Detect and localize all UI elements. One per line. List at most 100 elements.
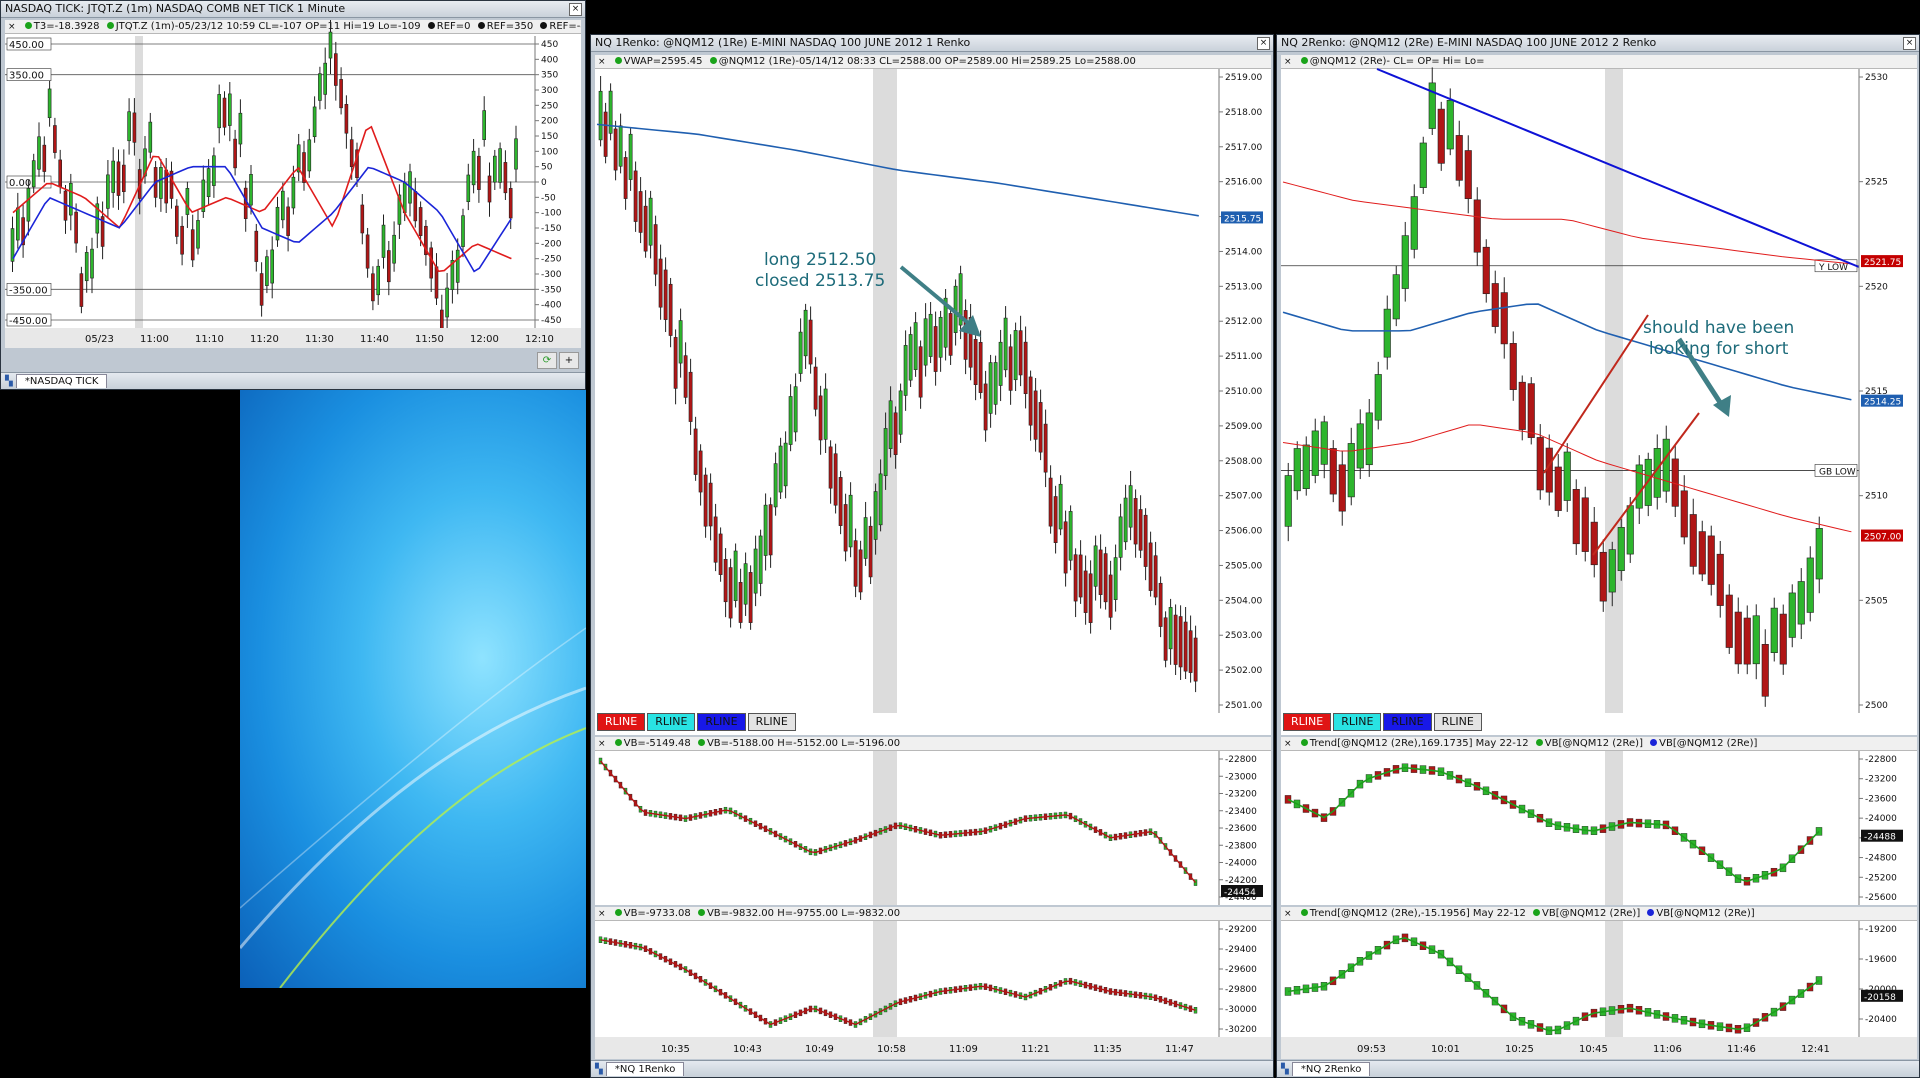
renko1-volume-panel-1[interactable]: × VB=-5149.48 VB=-5188.00 H=-5152.00 L=-… [595, 737, 1271, 905]
candle-body [1734, 611, 1742, 665]
volume-price-tag: -24488 [1864, 833, 1896, 843]
candle-body [738, 582, 743, 623]
add-icon[interactable]: + [559, 352, 579, 369]
window-titlebar[interactable]: NQ 2Renko: @NQM12 (2Re) E-MINI NASDAQ 10… [1277, 35, 1919, 52]
candle-body [1083, 570, 1088, 613]
ma-red-line [12, 125, 512, 273]
tick-chart[interactable]: × T3=-18.3928 JTQT.Z (1m)-05/23/12 10:59… [5, 20, 581, 348]
time-label: 12:00 [470, 334, 499, 345]
candle-body [1536, 437, 1544, 491]
candle-body [477, 155, 481, 190]
price-tick-label: 2509.00 [1225, 422, 1262, 432]
trend-line [1287, 766, 1820, 883]
price-tick-label: -29400 [1225, 945, 1257, 955]
renko1-volume-panel-2[interactable]: × VB=-9733.08 VB=-9832.00 H=-9755.00 L=-… [595, 907, 1271, 1057]
time-label: 10:35 [661, 1044, 690, 1055]
long-trade-annotation: long 2512.50 closed 2513.75 [755, 250, 885, 292]
desktop-wallpaper [240, 388, 586, 988]
volume-plot-2[interactable]: -29200-29400-29600-29800-30000-30200-304… [595, 907, 1271, 1057]
candle-body [455, 249, 460, 283]
candle-body [1128, 485, 1133, 528]
close-icon[interactable]: × [1903, 37, 1916, 50]
volume-plot-1[interactable]: -22800-23200-23600-24000-24400-24800-252… [1281, 737, 1917, 905]
price-tick-label: -50 [541, 193, 556, 203]
candle-body [608, 90, 613, 134]
tab-nq-1renko[interactable]: *NQ 1Renko [605, 1062, 685, 1076]
candle-body [713, 516, 718, 563]
rline-button-cyan[interactable]: RLINE [1333, 713, 1382, 731]
candle-body [1108, 574, 1113, 618]
close-icon[interactable]: × [1257, 37, 1270, 50]
rline-button-cyan[interactable]: RLINE [647, 713, 696, 731]
time-label: 11:47 [1165, 1044, 1194, 1055]
renko1-plot-area[interactable]: 2519.002518.002517.002516.002515.002514.… [595, 55, 1271, 735]
candle-body [90, 248, 94, 279]
candle-body [386, 250, 391, 283]
rline-button-gray[interactable]: RLINE [747, 713, 796, 731]
candle-body [1572, 489, 1580, 545]
volume-price-tag: -20158 [1864, 993, 1896, 1003]
candle-body [1626, 505, 1634, 555]
rline-button-blue[interactable]: RLINE [697, 713, 746, 731]
candle-body [1563, 451, 1571, 501]
renko1-main-chart[interactable]: × VWAP=2595.45 @NQM12 (1Re)-05/14/12 08:… [595, 55, 1271, 735]
volume-plot-1[interactable]: -22800 -23000 -23200 -23400 -23600 -23800 -240… [595, 737, 1271, 905]
time-label: 11:09 [949, 1044, 978, 1055]
nasdaq-tick-window[interactable]: NASDAQ TICK: JTQT.Z (1m) NASDAQ COMB NET… [0, 0, 586, 390]
candle-body [698, 450, 703, 493]
candle-body [265, 256, 269, 286]
price-tick-label: 2520 [1865, 282, 1888, 292]
nq-1renko-window[interactable]: NQ 1Renko: @NQM12 (1Re) E-MINI NASDAQ 10… [590, 34, 1274, 1078]
price-tick-label: -24000 [1225, 859, 1257, 869]
volume-plot-2[interactable]: -19200-19600-20000-20400-20800-20158 [1281, 907, 1917, 1057]
time-label: 11:30 [305, 334, 334, 345]
trend-line [599, 760, 1197, 884]
candle-body [868, 525, 873, 578]
close-icon[interactable]: × [569, 3, 582, 16]
rline-button-gray[interactable]: RLINE [1433, 713, 1482, 731]
time-label: 11:35 [1093, 1044, 1122, 1055]
price-tick-label: -200 [541, 239, 562, 249]
rline-button-red[interactable]: RLINE [1283, 713, 1332, 731]
candle-body [808, 319, 813, 365]
candle-body [1188, 630, 1193, 673]
candle-body [618, 125, 623, 167]
candle-body [1183, 621, 1188, 672]
candle-body [1093, 545, 1098, 587]
refresh-icon[interactable]: ⟳ [537, 352, 557, 369]
renko2-volume-panel-1[interactable]: × Trend[@NQM12 (2Re),169.1735] May 22-12… [1281, 737, 1917, 905]
tick-plot-area[interactable]: 450.00350.000.00-350.00-450.004504003503… [5, 20, 581, 348]
candle-body [908, 334, 913, 381]
candle-body [818, 395, 823, 441]
candle-body [222, 97, 227, 128]
candle-body [1365, 412, 1373, 466]
candle-body [1143, 514, 1148, 567]
candle-body [1118, 516, 1123, 558]
renko2-main-chart[interactable]: × @NQM12 (2Re)- CL= OP= Hi= Lo= Y LOW GB … [1281, 55, 1917, 735]
candle-body [898, 390, 903, 435]
renko2-plot-area[interactable]: Y LOWGB LOW25302525252025152510250525002… [1281, 55, 1917, 735]
rline-button-red[interactable]: RLINE [597, 713, 646, 731]
renko2-volume-panel-2[interactable]: × Trend[@NQM12 (2Re),-15.1956] May 22-12… [1281, 907, 1917, 1057]
time-label: 12:41 [1801, 1044, 1830, 1055]
rline-button-blue[interactable]: RLINE [1383, 713, 1432, 731]
nq-2renko-window[interactable]: NQ 2Renko: @NQM12 (2Re) E-MINI NASDAQ 10… [1276, 34, 1920, 1078]
candle-body [1509, 343, 1517, 390]
candle-body [471, 150, 476, 186]
time-label: 11:46 [1727, 1044, 1756, 1055]
price-tick-label: 2525 [1865, 178, 1888, 188]
window-titlebar[interactable]: NASDAQ TICK: JTQT.Z (1m) NASDAQ COMB NET… [1, 1, 585, 18]
candle-body [1058, 483, 1063, 530]
price-tick-label: 2516.00 [1225, 178, 1262, 188]
price-tick-label: 350 [541, 71, 558, 81]
candle-body [1293, 448, 1301, 492]
candle-body [878, 473, 883, 526]
channel-line-1 [1543, 314, 1649, 474]
candle-body [360, 204, 365, 234]
candle-body [307, 139, 312, 172]
tab-nq-2renko[interactable]: *NQ 2Renko [1291, 1062, 1371, 1076]
candle-body [1173, 614, 1178, 665]
window-titlebar[interactable]: NQ 1Renko: @NQM12 (1Re) E-MINI NASDAQ 10… [591, 35, 1273, 52]
candle-body [938, 316, 943, 358]
tab-nasdaq-tick[interactable]: *NASDAQ TICK [15, 374, 108, 388]
